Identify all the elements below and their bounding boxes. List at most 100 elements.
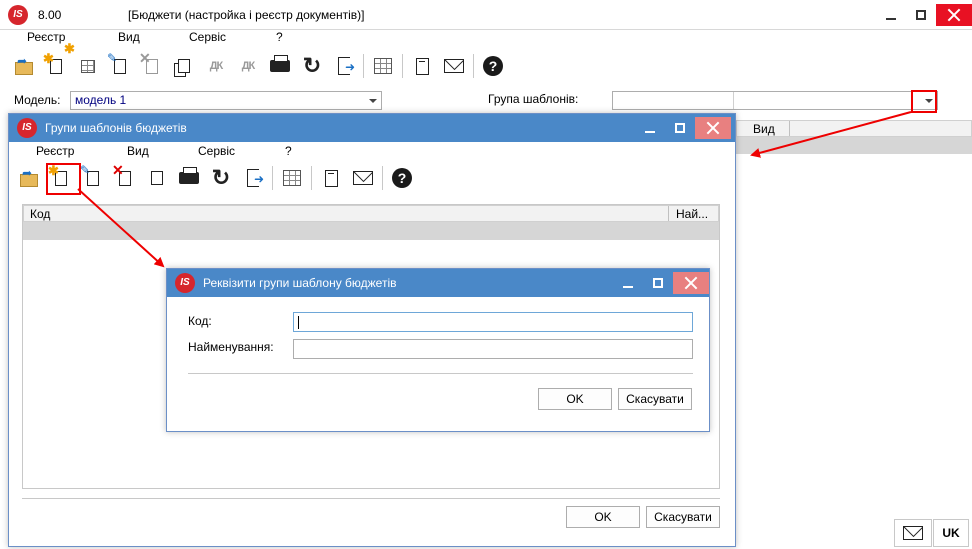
window-title: [Бюджети (настройка і реєстр документів)… xyxy=(128,8,365,22)
minimize-button[interactable] xyxy=(635,117,665,139)
help-icon: ? xyxy=(483,56,503,76)
grid-button[interactable] xyxy=(276,163,308,193)
main-titlebar: IS 8.00 [Бюджети (настройка і реєстр док… xyxy=(0,0,972,30)
groups-window-title: Групи шаблонів бюджетів xyxy=(45,121,187,135)
app-version: 8.00 xyxy=(38,8,62,22)
delete-icon: ✕ xyxy=(139,50,158,74)
maximize-button[interactable] xyxy=(665,117,695,139)
print-icon xyxy=(270,55,290,72)
print-button[interactable] xyxy=(264,51,296,81)
open-folder-icon: ➦ xyxy=(20,166,38,187)
exit-button[interactable]: ➜ xyxy=(237,163,269,193)
print-icon xyxy=(179,167,199,184)
code-field[interactable] xyxy=(293,312,693,332)
model-label: Модель: xyxy=(14,93,61,107)
main-menubar: Реєстр Вид Сервіс ? xyxy=(0,30,972,50)
table-row[interactable] xyxy=(23,222,719,240)
main-toolbar: ➦ ✱ ✱ ✎ ✕ ДК ДК ↻ ➜ ? xyxy=(8,41,509,82)
notebook-icon xyxy=(324,169,338,187)
maximize-button[interactable] xyxy=(906,4,936,26)
toolbar-separator xyxy=(402,54,403,78)
cancel-button[interactable]: Скасувати xyxy=(646,506,720,528)
menu-register[interactable]: Реєстр xyxy=(36,144,74,158)
app-logo-icon: IS xyxy=(8,5,28,25)
close-button[interactable] xyxy=(695,117,731,139)
edit-button[interactable]: ✎ xyxy=(104,51,136,81)
copy-icon xyxy=(174,59,190,77)
grid-icon xyxy=(374,58,392,74)
help-button[interactable]: ? xyxy=(386,163,418,193)
menu-service[interactable]: Сервіс xyxy=(198,144,235,158)
close-icon xyxy=(947,8,961,22)
column-code[interactable]: Код xyxy=(30,207,50,221)
menu-help[interactable]: ? xyxy=(276,30,283,44)
edit-button[interactable]: ✎ xyxy=(77,163,109,193)
new-child-button[interactable]: ✱ xyxy=(64,41,104,81)
details-window: IS Реквізити групи шаблону бюджетів Код:… xyxy=(166,268,710,432)
close-button[interactable] xyxy=(673,272,709,294)
open-folder-button[interactable]: ➦ xyxy=(13,163,45,193)
menu-view[interactable]: Вид xyxy=(118,30,140,44)
status-mail-button[interactable] xyxy=(894,519,932,547)
delete-button[interactable]: ✕ xyxy=(109,162,141,193)
groups-window-titlebar: IS Групи шаблонів бюджетів xyxy=(9,114,735,142)
model-combo[interactable]: модель 1 xyxy=(70,91,382,110)
details-window-titlebar: IS Реквізити групи шаблону бюджетів xyxy=(167,269,709,297)
mail-button[interactable] xyxy=(347,163,379,193)
mail-icon xyxy=(903,526,923,540)
minimize-button[interactable] xyxy=(613,272,643,294)
refresh-icon: ↻ xyxy=(302,53,322,78)
minimize-icon xyxy=(886,18,896,20)
refresh-icon: ↻ xyxy=(211,165,231,190)
name-field[interactable] xyxy=(293,339,693,359)
grid-button[interactable] xyxy=(367,51,399,81)
notebook-button[interactable] xyxy=(406,51,438,81)
column-name[interactable]: Най... xyxy=(676,207,708,221)
toolbar-separator xyxy=(382,166,383,190)
print-button[interactable] xyxy=(173,163,205,193)
chevron-down-icon xyxy=(369,99,377,103)
delete-button[interactable]: ✕ xyxy=(136,50,168,81)
app-logo-icon: IS xyxy=(175,273,195,293)
status-language[interactable]: UK xyxy=(933,519,969,547)
refresh-button[interactable]: ↻ xyxy=(205,163,237,193)
model-value: модель 1 xyxy=(75,93,127,107)
notebook-button[interactable] xyxy=(315,163,347,193)
refresh-button[interactable]: ↻ xyxy=(296,51,328,81)
minimize-button[interactable] xyxy=(876,4,906,26)
copy-button[interactable] xyxy=(168,51,200,81)
maximize-button[interactable] xyxy=(643,272,673,294)
copy-button[interactable] xyxy=(141,163,173,193)
exit-button[interactable]: ➜ xyxy=(328,51,360,81)
cancel-button[interactable]: Скасувати xyxy=(618,388,692,410)
menu-view[interactable]: Вид xyxy=(127,144,149,158)
ok-button[interactable]: OK xyxy=(538,388,612,410)
divider xyxy=(188,373,693,374)
name-label: Найменування: xyxy=(188,340,274,354)
edit-icon: ✎ xyxy=(80,163,99,186)
mail-icon xyxy=(353,171,373,185)
help-button[interactable]: ? xyxy=(477,51,509,81)
highlight-dropdown xyxy=(911,90,937,113)
code-label: Код: xyxy=(188,314,212,328)
app-logo-icon: IS xyxy=(17,118,37,138)
exit-icon: ➜ xyxy=(247,169,264,187)
minimize-icon xyxy=(623,286,633,288)
new-child-icon: ✱ xyxy=(64,41,95,73)
column-view[interactable]: Вид xyxy=(753,122,775,136)
open-folder-button[interactable]: ➦ xyxy=(8,51,40,81)
toolbar-separator xyxy=(311,166,312,190)
ok-button[interactable]: OK xyxy=(566,506,640,528)
help-icon: ? xyxy=(392,168,412,188)
text-caret xyxy=(298,316,299,329)
credit-button[interactable]: ДК xyxy=(232,51,264,81)
template-group-combo[interactable] xyxy=(612,91,938,110)
mail-button[interactable] xyxy=(438,51,470,81)
close-button[interactable] xyxy=(936,4,972,26)
menu-register[interactable]: Реєстр xyxy=(27,30,65,44)
menu-service[interactable]: Сервіс xyxy=(189,30,226,44)
toolbar-separator xyxy=(272,166,273,190)
debit-button[interactable]: ДК xyxy=(200,51,232,81)
table-row[interactable] xyxy=(736,137,972,154)
menu-help[interactable]: ? xyxy=(285,144,292,158)
